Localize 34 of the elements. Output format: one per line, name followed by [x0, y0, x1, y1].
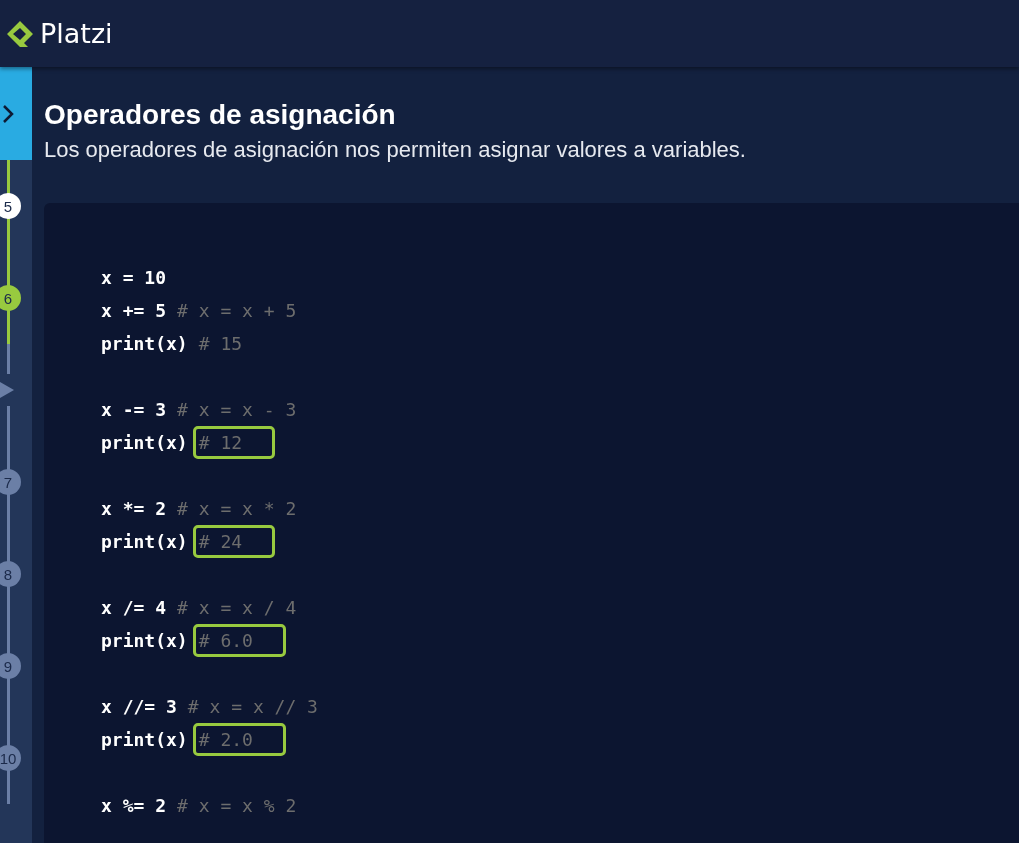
sidebar-toggle-button[interactable]: [0, 67, 32, 160]
step-marker[interactable]: 10: [0, 745, 21, 771]
code-comment: # x = x % 2: [177, 795, 297, 816]
code-comment: # x = x // 3: [187, 696, 318, 717]
step-marker[interactable]: 7: [0, 469, 21, 495]
highlighted-comment: # 2.0: [192, 723, 286, 756]
highlighted-comment: # 6.0: [192, 624, 286, 657]
code-text: x %= 2: [101, 795, 167, 816]
code-comment: # x = x - 3: [177, 399, 297, 420]
code-text: print(x): [101, 432, 188, 453]
code-text: x += 5: [101, 300, 167, 321]
lesson-subtitle: Los operadores de asignación nos permiten asignar valores a variables.: [44, 137, 747, 163]
code-comment: # x = x * 2: [177, 498, 297, 519]
code-text: print(x): [101, 729, 188, 750]
code-text: print(x): [101, 630, 188, 651]
chevron-right-icon: [2, 103, 14, 124]
code-text: x = 10: [101, 267, 167, 288]
code-text: print(x): [101, 531, 188, 552]
step-marker[interactable]: 5: [0, 193, 21, 219]
code-text: print(x): [101, 333, 188, 354]
code-comment: # 15: [198, 333, 243, 354]
code-text: x /= 4: [101, 597, 167, 618]
code-text: x -= 3: [101, 399, 167, 420]
highlighted-comment: # 24: [192, 525, 276, 558]
code-comment: # x = x + 5: [177, 300, 297, 321]
step-marker[interactable]: 6: [0, 285, 21, 311]
lesson-title: Operadores de asignación: [44, 99, 397, 131]
code-text: x //= 3: [101, 696, 177, 717]
code-comment: # x = x / 4: [177, 597, 297, 618]
step-marker[interactable]: 8: [0, 561, 21, 587]
highlighted-comment: # 12: [192, 426, 276, 459]
step-marker[interactable]: 9: [0, 653, 21, 679]
code-text: x *= 2: [101, 498, 167, 519]
logo-text[interactable]: Platzi: [40, 18, 113, 49]
